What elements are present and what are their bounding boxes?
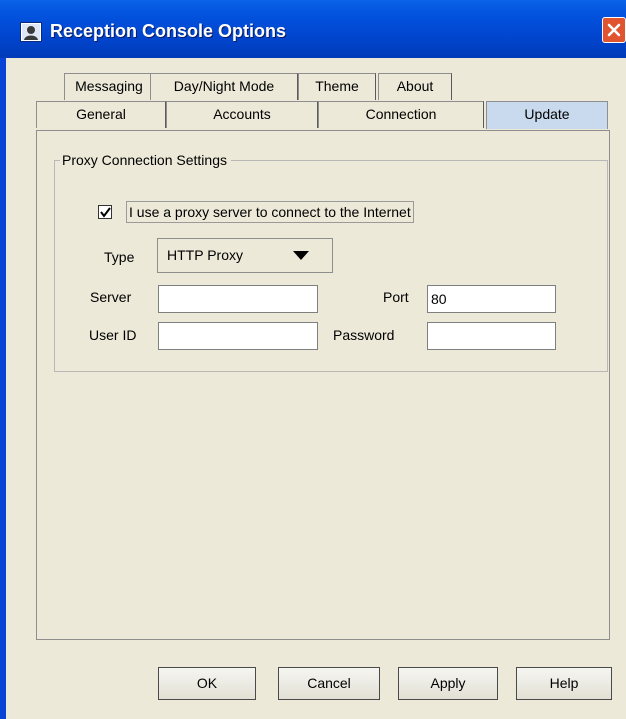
server-label: Server (90, 289, 132, 305)
tab-general[interactable]: General (36, 101, 166, 128)
close-icon (607, 23, 621, 37)
close-button[interactable] (602, 17, 626, 43)
proxy-type-select[interactable]: HTTP Proxy (157, 238, 333, 273)
cancel-button[interactable]: Cancel (278, 667, 380, 700)
window-title: Reception Console Options (50, 21, 287, 41)
use-proxy-checkbox[interactable] (98, 205, 112, 219)
ok-button[interactable]: OK (158, 667, 256, 700)
password-field[interactable] (427, 322, 556, 350)
use-proxy-label[interactable]: I use a proxy server to connect to the I… (126, 201, 414, 223)
app-icon (20, 22, 42, 42)
options-dialog: Reception Console Options Messaging Day/… (0, 0, 626, 719)
chevron-down-icon (293, 251, 309, 260)
user-id-field[interactable] (158, 322, 318, 350)
help-button[interactable]: Help (516, 667, 612, 700)
proxy-settings-group-title: Proxy Connection Settings (60, 152, 231, 168)
tab-theme[interactable]: Theme (298, 73, 376, 100)
password-label: Password (333, 327, 395, 343)
tab-connection[interactable]: Connection (318, 101, 484, 128)
proxy-type-value: HTTP Proxy (167, 247, 243, 263)
server-field[interactable] (158, 285, 318, 313)
type-label: Type (104, 249, 135, 265)
tab-about[interactable]: About (378, 73, 452, 100)
checkmark-icon (100, 207, 111, 218)
tab-day-night-mode[interactable]: Day/Night Mode (150, 73, 298, 100)
user-id-label: User ID (89, 327, 137, 343)
port-label: Port (383, 289, 409, 305)
apply-button[interactable]: Apply (398, 667, 498, 700)
tab-messaging[interactable]: Messaging (64, 73, 154, 100)
title-bar[interactable]: Reception Console Options (0, 0, 626, 58)
port-field[interactable]: 80 (427, 285, 556, 313)
tab-accounts[interactable]: Accounts (166, 101, 318, 128)
tab-update[interactable]: Update (486, 101, 608, 129)
